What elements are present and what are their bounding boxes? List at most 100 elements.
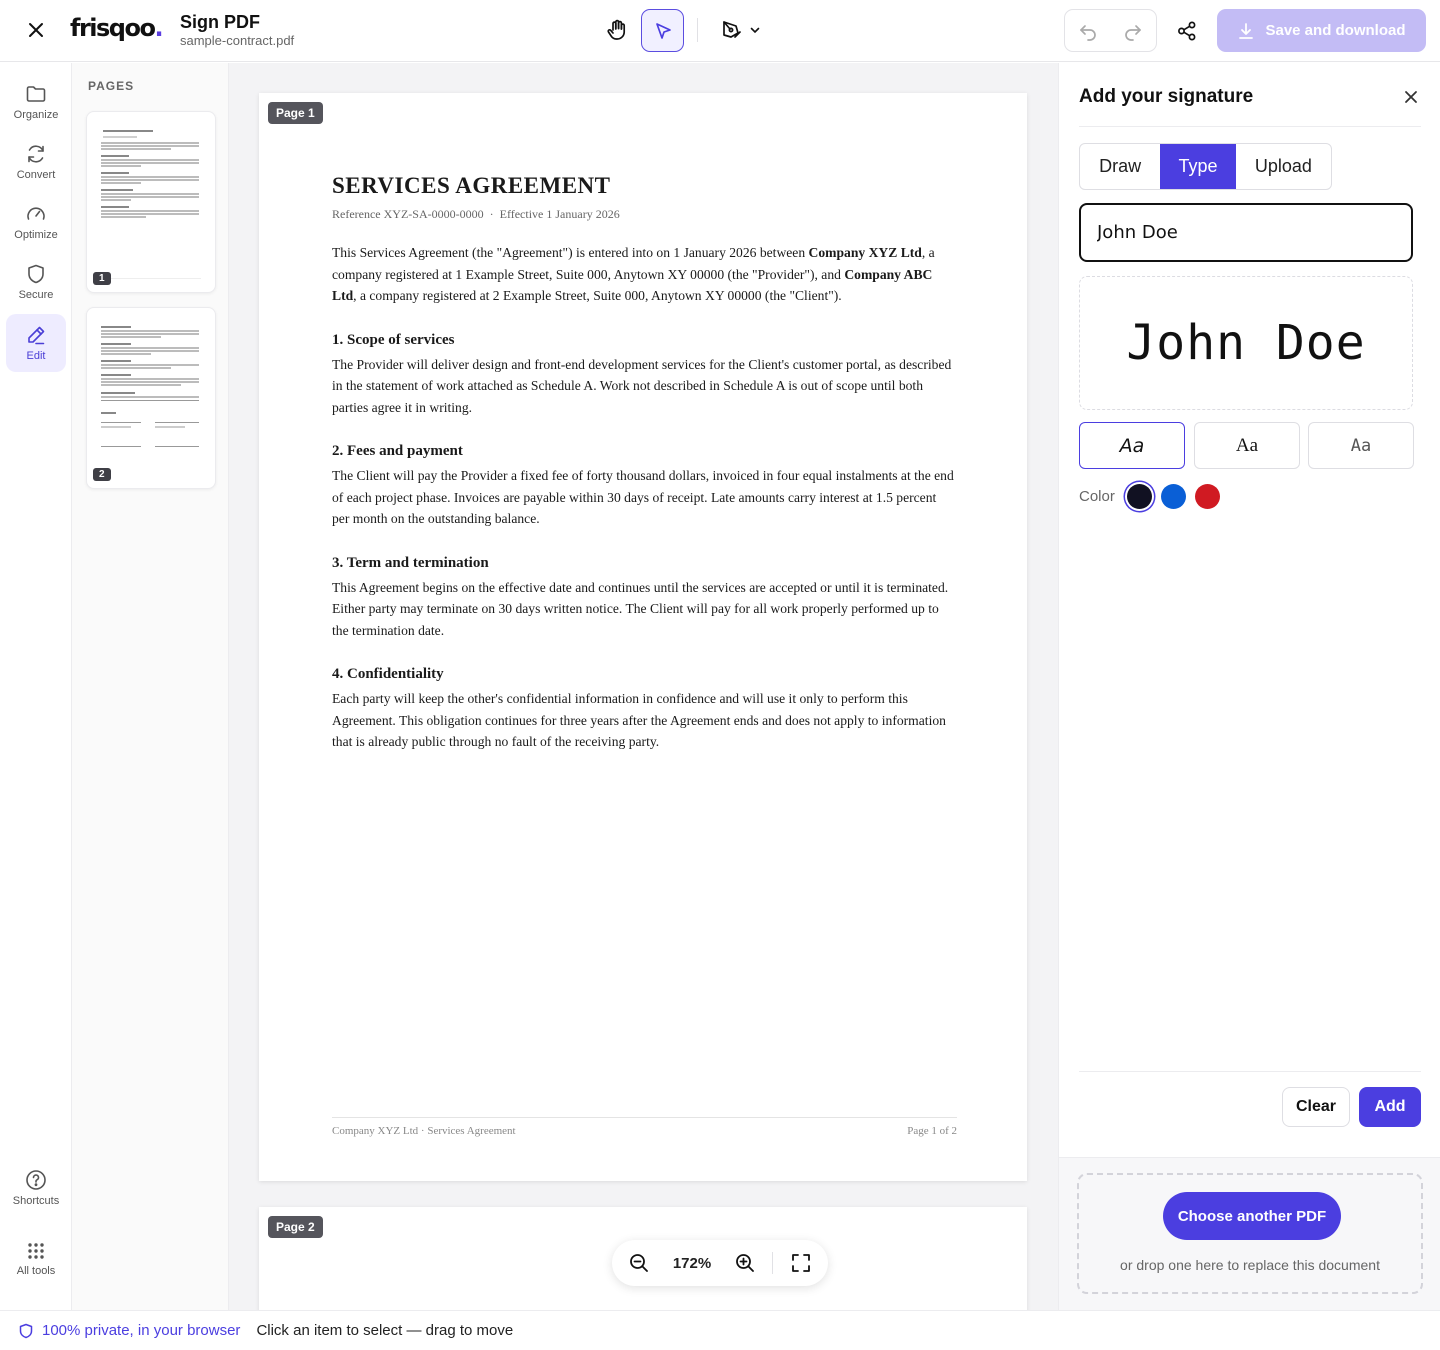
shield-icon xyxy=(28,264,44,284)
thumbnail-number: 1 xyxy=(93,272,111,285)
clear-button[interactable]: Clear xyxy=(1282,1087,1350,1127)
panel-title: Add your signature xyxy=(1079,86,1254,107)
thumbnail-number: 2 xyxy=(93,468,111,481)
section-body: The Provider will deliver design and fro… xyxy=(332,356,952,415)
chevron-down-icon xyxy=(750,27,760,34)
choose-another-pdf-button[interactable]: Choose another PDF xyxy=(1163,1192,1341,1240)
rail-label: Optimize xyxy=(14,229,58,241)
tab-draw[interactable]: Draw xyxy=(1080,144,1160,189)
privacy-text: 100% private, in your browser xyxy=(42,1322,241,1339)
provider-name: Company XYZ Ltd xyxy=(808,245,922,260)
zoom-in-button[interactable] xyxy=(718,1252,772,1274)
rail-item-secure[interactable]: Secure xyxy=(6,253,66,311)
undo-button[interactable] xyxy=(1065,10,1111,51)
color-swatch-blue[interactable] xyxy=(1160,484,1186,509)
font-option-mono[interactable]: Aa xyxy=(1308,422,1414,469)
document-title: SERVICES AGREEMENT xyxy=(332,173,611,198)
rail-item-convert[interactable]: Convert xyxy=(6,133,66,191)
section-heading: 4. Confidentiality xyxy=(332,666,444,682)
redo-icon xyxy=(1125,24,1142,41)
tab-upload[interactable]: Upload xyxy=(1236,144,1331,189)
zoom-out-icon xyxy=(630,1254,648,1272)
color-picker: Color xyxy=(1079,484,1229,509)
download-icon xyxy=(1239,22,1254,39)
signature-mode-tabs: Draw Type Upload xyxy=(1079,143,1332,190)
rail-label: Shortcuts xyxy=(12,1195,60,1207)
color-swatch-red[interactable] xyxy=(1194,484,1220,509)
page-thumbnail-2[interactable]: 2 xyxy=(86,307,216,489)
logo: frisqoo. xyxy=(70,14,164,42)
section-body: This Agreement begins on the effective d… xyxy=(332,579,949,638)
rail-label: Secure xyxy=(18,289,54,301)
refresh-icon xyxy=(28,145,44,163)
footer-left: Company XYZ Ltd · Services Agreement xyxy=(332,1125,516,1137)
redo-button[interactable] xyxy=(1111,10,1157,51)
grid-icon xyxy=(28,1243,44,1259)
zoom-out-button[interactable] xyxy=(612,1252,666,1274)
rail-item-edit[interactable]: Edit xyxy=(6,314,66,372)
zoom-level[interactable]: 172% xyxy=(666,1255,718,1272)
font-option-serif[interactable]: Aa xyxy=(1194,422,1300,469)
pages-panel: PAGES 1 2 xyxy=(72,63,229,1310)
fit-screen-button[interactable] xyxy=(773,1252,828,1274)
share-icon xyxy=(1178,21,1196,41)
zoom-in-icon xyxy=(736,1254,754,1272)
section-heading: 2. Fees and payment xyxy=(332,443,463,459)
panel-close-button[interactable] xyxy=(1399,85,1423,109)
rail-label: Convert xyxy=(16,169,56,181)
logo-dot: . xyxy=(154,14,163,42)
rail-item-optimize[interactable]: Optimize xyxy=(6,193,66,251)
section-body: The Client will pay the Provider a fixed… xyxy=(332,468,954,526)
page-thumbnail-1[interactable]: 1 xyxy=(86,111,216,293)
file-name: sample-contract.pdf xyxy=(180,33,295,48)
pages-heading: PAGES xyxy=(88,79,135,93)
rail-label: Organize xyxy=(13,109,59,121)
rail-label: Edit xyxy=(26,350,46,362)
annotate-tool-dropdown[interactable] xyxy=(712,11,768,49)
gauge-icon xyxy=(27,207,45,220)
save-and-download-button[interactable]: Save and download xyxy=(1217,9,1426,52)
cursor-arrow-icon xyxy=(655,22,671,39)
document-reference: Reference XYZ-SA-0000-0000 · Effective 1… xyxy=(332,207,957,222)
rail-item-organize[interactable]: Organize xyxy=(6,73,66,131)
fullscreen-icon xyxy=(791,1254,810,1272)
document-content: SERVICES AGREEMENT Reference XYZ-SA-0000… xyxy=(332,173,957,753)
hand-tool-button[interactable] xyxy=(598,11,636,49)
document-canvas[interactable]: Page 1 SERVICES AGREEMENT Reference XYZ-… xyxy=(229,63,1058,1310)
font-option-script[interactable]: Aa xyxy=(1079,422,1185,469)
page-footer: Company XYZ Ltd · Services Agreement Pag… xyxy=(332,1117,957,1137)
toolbar-divider xyxy=(697,18,698,42)
drop-zone[interactable]: Choose another PDF or drop one here to r… xyxy=(1077,1173,1423,1294)
signature-preview-text: John Doe xyxy=(1126,315,1366,371)
status-hint: Click an item to select — drag to move xyxy=(256,1322,514,1339)
close-icon[interactable] xyxy=(22,16,50,44)
tab-type[interactable]: Type xyxy=(1160,144,1236,189)
signature-name-input[interactable] xyxy=(1079,203,1413,262)
footer-right: Page 1 of 2 xyxy=(907,1125,957,1137)
share-button[interactable] xyxy=(1168,12,1206,50)
rail-label: All tools xyxy=(16,1265,56,1277)
app-title: Sign PDF xyxy=(180,12,260,32)
select-tool-button[interactable] xyxy=(641,9,684,52)
color-label: Color xyxy=(1079,488,1115,505)
reference-number: Reference XYZ-SA-0000-0000 xyxy=(332,207,484,221)
page-1[interactable]: Page 1 SERVICES AGREEMENT Reference XYZ-… xyxy=(259,93,1027,1181)
drop-hint: or drop one here to replace this documen… xyxy=(1120,1257,1380,1273)
rail-item-all-tools[interactable]: All tools xyxy=(6,1230,66,1288)
pen-icon xyxy=(28,326,45,345)
panel-divider xyxy=(1079,1071,1421,1072)
section-heading: 1. Scope of services xyxy=(332,331,455,348)
hand-icon xyxy=(607,19,626,40)
add-button[interactable]: Add xyxy=(1359,1087,1421,1127)
color-swatch-black[interactable] xyxy=(1126,484,1152,509)
left-rail: Organize Convert Optimize Secure Edit Sh… xyxy=(0,63,72,1310)
signature-panel: Add your signature Draw Type Upload John… xyxy=(1058,63,1440,1310)
intro-text: , a company registered at 2 Example Stre… xyxy=(353,288,842,303)
help-circle-icon xyxy=(26,1170,46,1190)
page-tag: Page 1 xyxy=(268,102,323,124)
effective-date: Effective 1 January 2026 xyxy=(499,207,620,221)
rail-item-shortcuts[interactable]: Shortcuts xyxy=(6,1159,66,1217)
title-block: Sign PDF sample-contract.pdf xyxy=(180,12,294,49)
top-bar: frisqoo. Sign PDF sample-contract.pdf Sa… xyxy=(0,0,1440,62)
undo-redo-group xyxy=(1064,9,1157,52)
